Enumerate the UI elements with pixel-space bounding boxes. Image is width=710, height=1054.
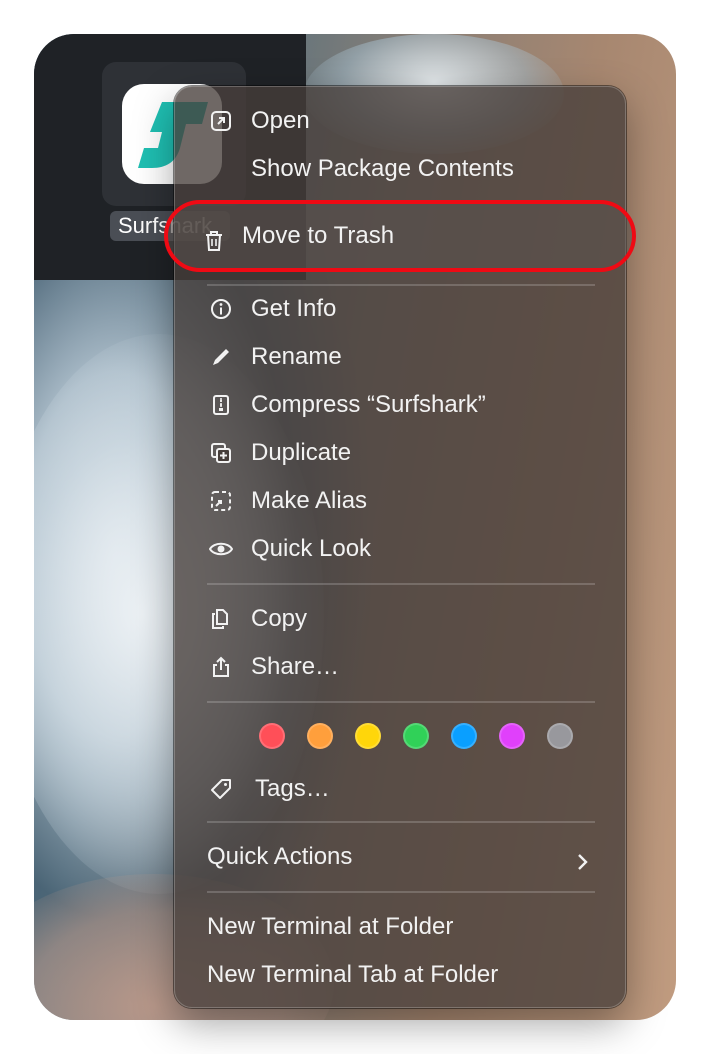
menu-item-get-info[interactable]: Get Info bbox=[175, 287, 625, 331]
tag-purple-dot[interactable] bbox=[499, 723, 525, 749]
menu-separator bbox=[207, 891, 595, 893]
menu-item-open[interactable]: Open bbox=[175, 99, 625, 143]
menu-item-new-terminal[interactable]: New Terminal at Folder bbox=[175, 905, 625, 949]
info-icon bbox=[209, 297, 233, 321]
share-icon bbox=[209, 655, 233, 679]
menu-item-rename[interactable]: Rename bbox=[175, 335, 625, 379]
menu-item-copy[interactable]: Copy bbox=[175, 597, 625, 641]
tag-green-dot[interactable] bbox=[403, 723, 429, 749]
menu-item-tags[interactable]: Tags… bbox=[175, 767, 625, 811]
menu-item-new-terminal-tab[interactable]: New Terminal Tab at Folder bbox=[175, 953, 625, 997]
open-external-icon bbox=[209, 109, 233, 133]
tag-orange-dot[interactable] bbox=[307, 723, 333, 749]
menu-separator bbox=[207, 701, 595, 703]
menu-separator bbox=[207, 821, 595, 823]
pencil-icon bbox=[209, 345, 233, 369]
menu-item-quick-actions[interactable]: Quick Actions bbox=[175, 835, 625, 879]
tag-blue-dot[interactable] bbox=[451, 723, 477, 749]
menu-item-compress[interactable]: Compress “Surfshark” bbox=[175, 383, 625, 427]
menu-item-quick-look[interactable]: Quick Look bbox=[175, 527, 625, 571]
menu-item-make-alias[interactable]: Make Alias bbox=[175, 479, 625, 523]
tag-gray-dot[interactable] bbox=[547, 723, 573, 749]
tag-yellow-dot[interactable] bbox=[355, 723, 381, 749]
menu-item-duplicate[interactable]: Duplicate bbox=[175, 431, 625, 475]
alias-icon bbox=[209, 489, 233, 513]
menu-item-move-to-trash[interactable]: Move to Trash bbox=[164, 214, 636, 258]
tag-color-row bbox=[175, 721, 625, 753]
tag-icon bbox=[209, 777, 233, 801]
copy-icon bbox=[209, 607, 233, 631]
chevron-right-icon bbox=[573, 845, 593, 870]
duplicate-icon bbox=[209, 441, 233, 465]
menu-item-show-package-contents[interactable]: Show Package Contents bbox=[175, 147, 625, 191]
menu-separator bbox=[207, 284, 595, 286]
eye-icon bbox=[209, 537, 233, 561]
archive-icon bbox=[209, 393, 233, 417]
menu-item-share[interactable]: Share… bbox=[175, 645, 625, 689]
trash-icon bbox=[202, 224, 226, 251]
tag-red-dot[interactable] bbox=[259, 723, 285, 749]
menu-separator bbox=[207, 583, 595, 585]
